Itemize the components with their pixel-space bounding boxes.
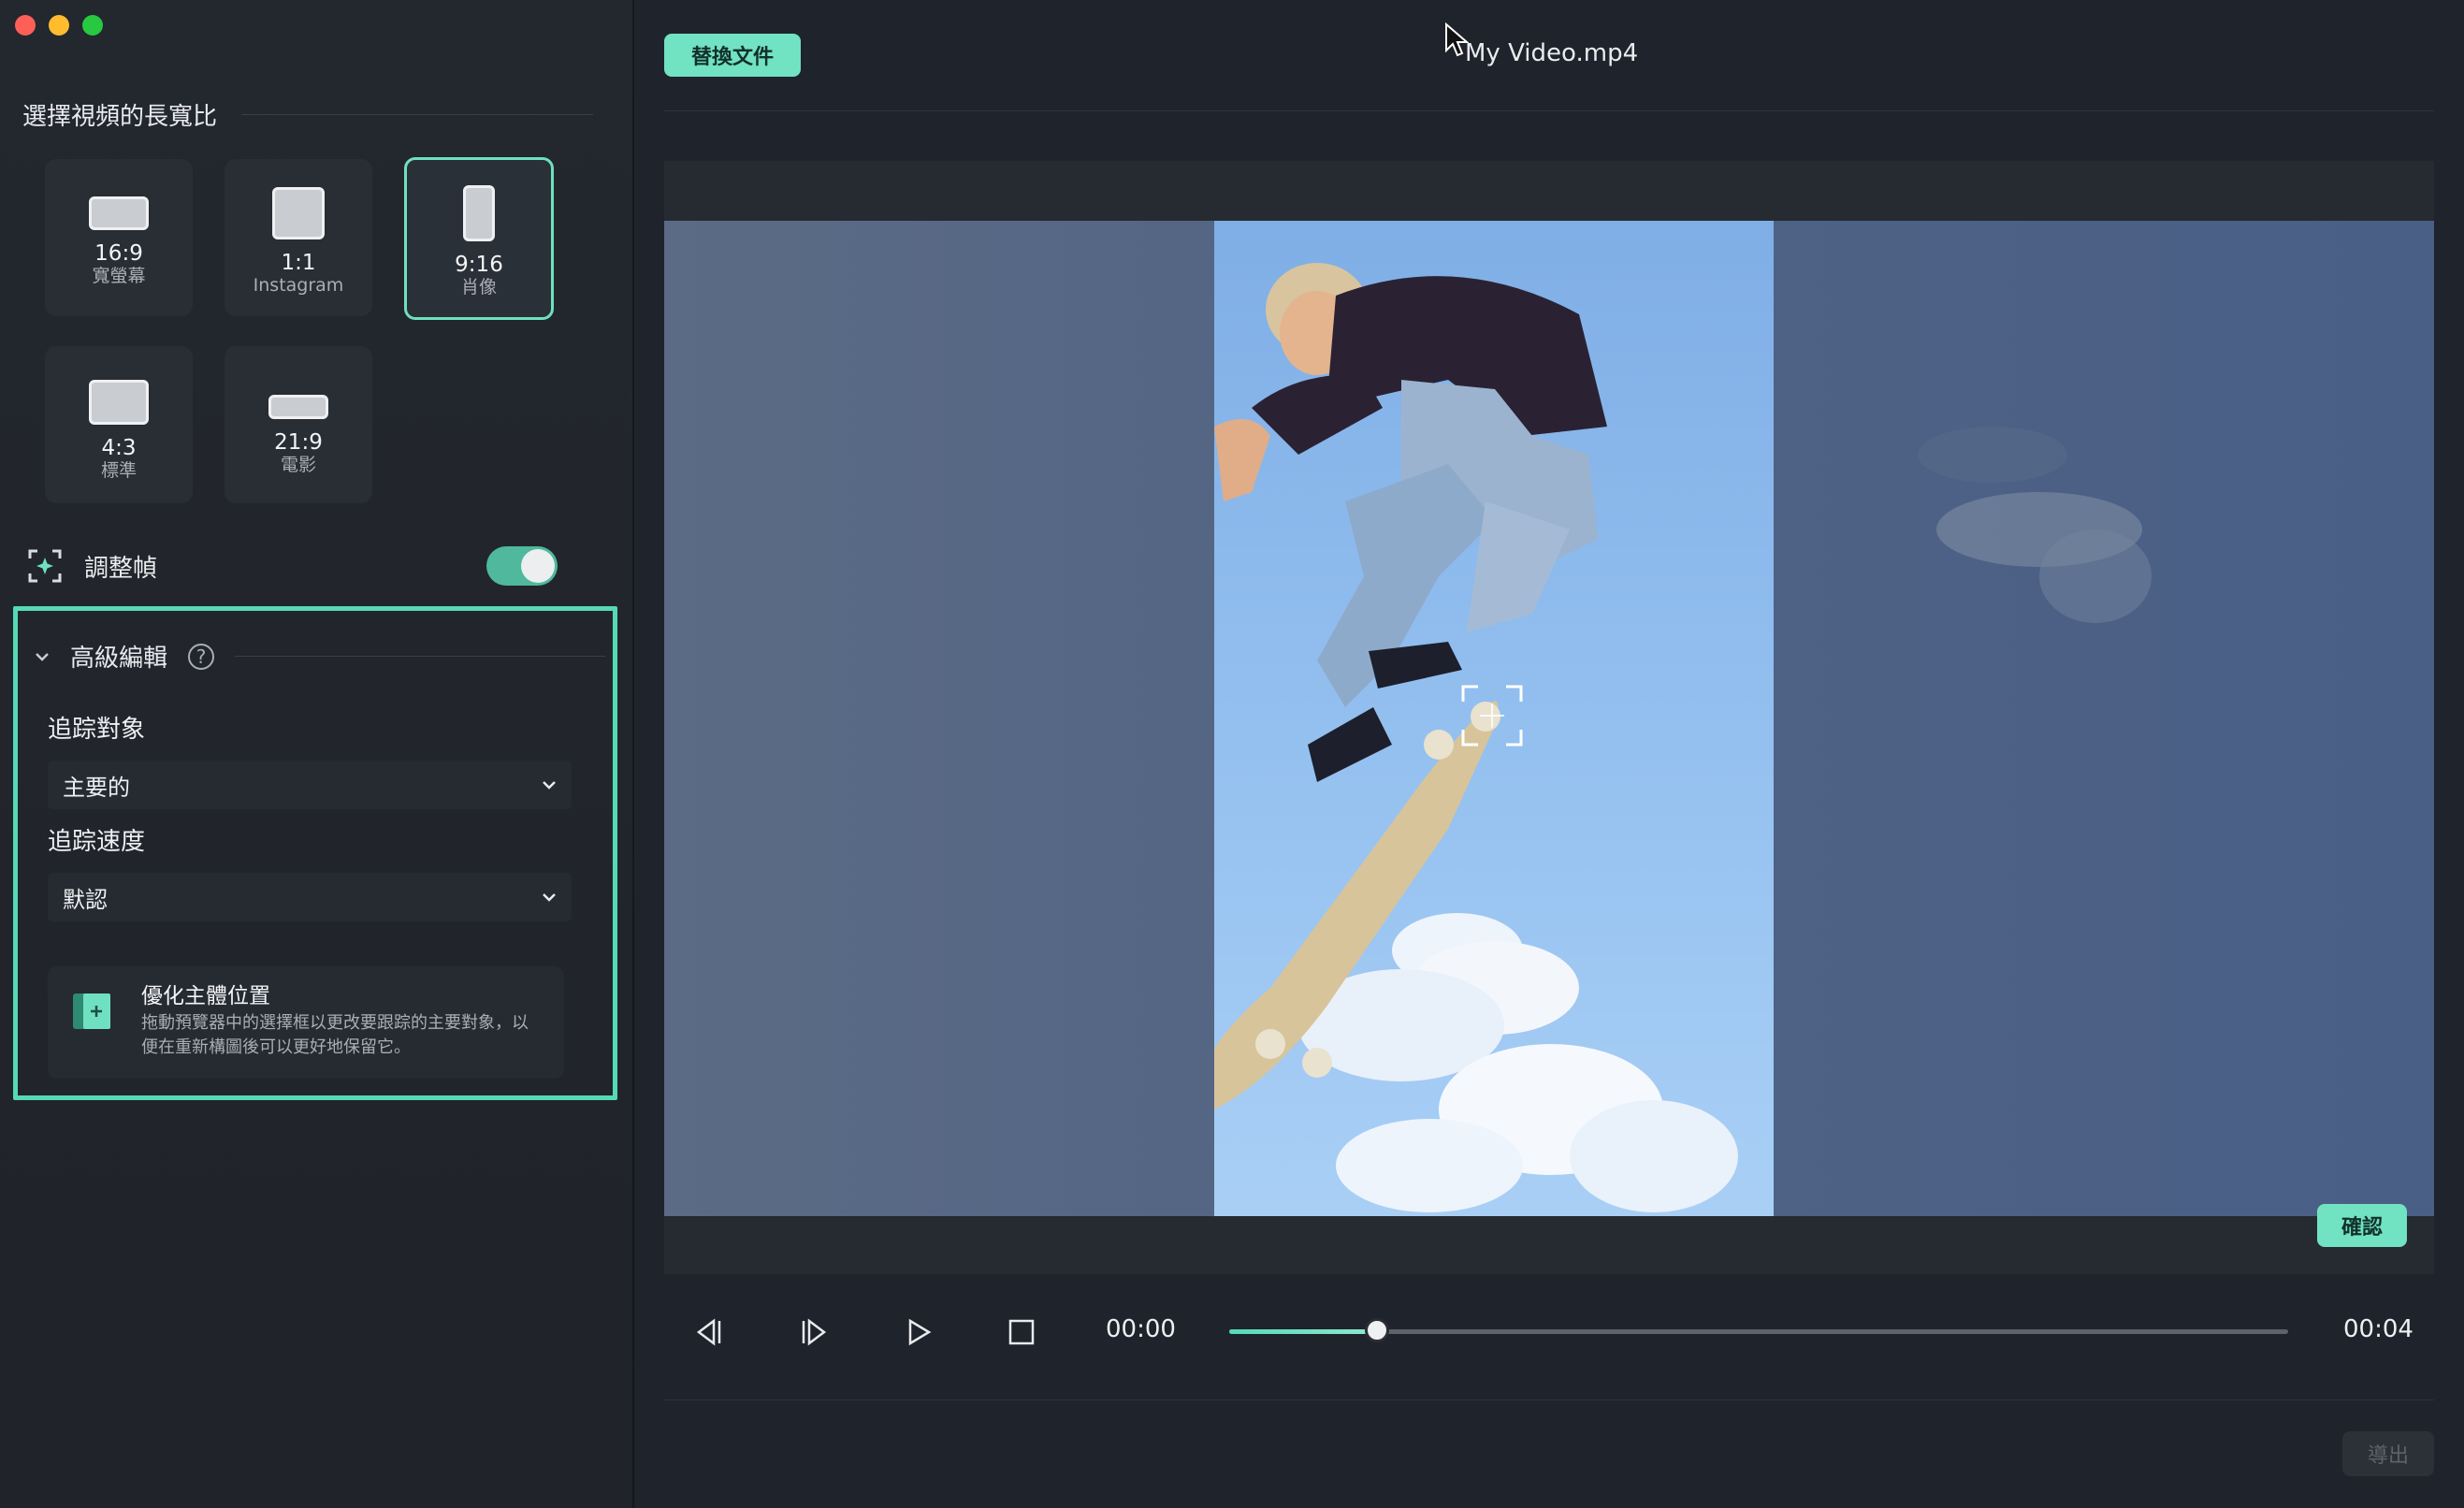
playback-controls: 00:00 00:04 xyxy=(664,1300,2434,1362)
confirm-button[interactable]: 確認 xyxy=(2317,1204,2407,1247)
stop-button[interactable] xyxy=(999,1310,1044,1355)
advanced-edit-title: 高級編輯 xyxy=(70,645,168,673)
divider xyxy=(235,656,605,657)
crop-region[interactable] xyxy=(1214,221,1774,1216)
ratio-subtitle: 標準 xyxy=(100,460,137,481)
adjust-frame-row: 調整幀 xyxy=(28,544,558,587)
ratio-value: 4:3 xyxy=(101,436,137,460)
sidebar: 選擇視頻的長寬比 16:9 寬螢幕 1:1 Instagram 9:16 肖像 … xyxy=(0,0,634,1508)
next-frame-button[interactable] xyxy=(791,1310,836,1355)
adjust-frame-toggle[interactable] xyxy=(486,546,558,586)
ratio-value: 1:1 xyxy=(281,251,316,275)
adjust-frame-label: 調整幀 xyxy=(84,554,158,583)
portrait-icon xyxy=(463,185,495,241)
help-icon[interactable]: ? xyxy=(188,643,215,670)
divider xyxy=(664,110,2434,111)
track-target-value: 主要的 xyxy=(63,774,130,801)
focus-target-icon[interactable] xyxy=(1461,685,1523,747)
replace-file-button[interactable]: 替換文件 xyxy=(664,34,801,77)
file-title: My Video.mp4 xyxy=(1465,39,1639,67)
ratio-value: 9:16 xyxy=(455,253,503,277)
cinema-icon xyxy=(268,395,328,419)
aspect-ratio-title: 選擇視頻的長寬比 xyxy=(22,103,218,131)
ratio-subtitle: 寬螢幕 xyxy=(92,266,146,286)
next-frame-icon xyxy=(802,1318,827,1346)
video-preview xyxy=(664,161,2434,1274)
ratio-subtitle: 肖像 xyxy=(460,277,497,297)
ratio-subtitle: Instagram xyxy=(253,275,344,296)
play-button[interactable] xyxy=(896,1310,941,1355)
prev-frame-button[interactable] xyxy=(687,1310,732,1355)
track-speed-value: 默認 xyxy=(63,886,108,913)
adjust-frame-icon xyxy=(28,549,62,583)
divider xyxy=(241,114,593,115)
optimize-title: 優化主體位置 xyxy=(141,984,270,1008)
prev-frame-icon xyxy=(696,1318,721,1346)
track-speed-select[interactable]: 默認 xyxy=(48,873,572,921)
ratio-value: 16:9 xyxy=(94,241,143,266)
ratio-option-21-9[interactable]: 21:9 電影 xyxy=(225,346,372,503)
minimize-window-button[interactable] xyxy=(49,15,69,36)
progress-thumb[interactable] xyxy=(1365,1318,1390,1342)
divider xyxy=(664,1399,2434,1400)
video-frame xyxy=(664,221,2434,1216)
optimize-description: 拖動預覽器中的選擇框以更改要跟踪的主要對象，以便在重新構圖後可以更好地保留它。 xyxy=(141,1013,529,1057)
ratio-option-9-16[interactable]: 9:16 肖像 xyxy=(404,157,554,320)
chevron-down-icon xyxy=(543,781,556,790)
ratio-option-4-3[interactable]: 4:3 標準 xyxy=(45,346,193,503)
aspect-ratio-heading: 選擇視頻的長寬比 xyxy=(22,97,593,132)
advanced-edit-panel: 高級編輯 ? 追踪對象 主要的 追踪速度 默認 優化主體位置 拖動預覽器中的選擇… xyxy=(13,606,617,1100)
progress-fill xyxy=(1229,1329,1378,1334)
square-icon xyxy=(272,187,325,239)
export-button[interactable]: 導出 xyxy=(2342,1431,2434,1476)
toggle-knob xyxy=(521,549,555,583)
standard-icon xyxy=(89,380,149,425)
ratio-option-1-1[interactable]: 1:1 Instagram xyxy=(225,159,372,316)
close-window-button[interactable] xyxy=(15,15,36,36)
current-time: 00:00 xyxy=(1106,1315,1176,1343)
chevron-down-icon xyxy=(543,893,556,902)
window-controls xyxy=(15,15,103,36)
track-target-select[interactable]: 主要的 xyxy=(48,761,572,809)
track-target-label: 追踪對象 xyxy=(48,716,146,744)
stop-icon xyxy=(1008,1319,1035,1345)
ratio-value: 21:9 xyxy=(274,430,323,455)
widescreen-icon xyxy=(89,196,149,230)
total-time: 00:04 xyxy=(2343,1315,2413,1343)
optimize-subject-card: 優化主體位置 拖動預覽器中的選擇框以更改要跟踪的主要對象，以便在重新構圖後可以更… xyxy=(48,966,564,1079)
maximize-window-button[interactable] xyxy=(82,15,103,36)
app-window: 選擇視頻的長寬比 16:9 寬螢幕 1:1 Instagram 9:16 肖像 … xyxy=(0,0,2464,1508)
progress-slider[interactable] xyxy=(1229,1318,2288,1342)
play-icon xyxy=(908,1318,932,1346)
optimize-icon xyxy=(73,993,110,1029)
track-speed-label: 追踪速度 xyxy=(48,828,146,856)
advanced-edit-header[interactable]: 高級編輯 ? xyxy=(35,639,605,674)
chevron-down-icon xyxy=(36,652,49,661)
ratio-subtitle: 電影 xyxy=(280,455,316,475)
ratio-option-16-9[interactable]: 16:9 寬螢幕 xyxy=(45,159,193,316)
